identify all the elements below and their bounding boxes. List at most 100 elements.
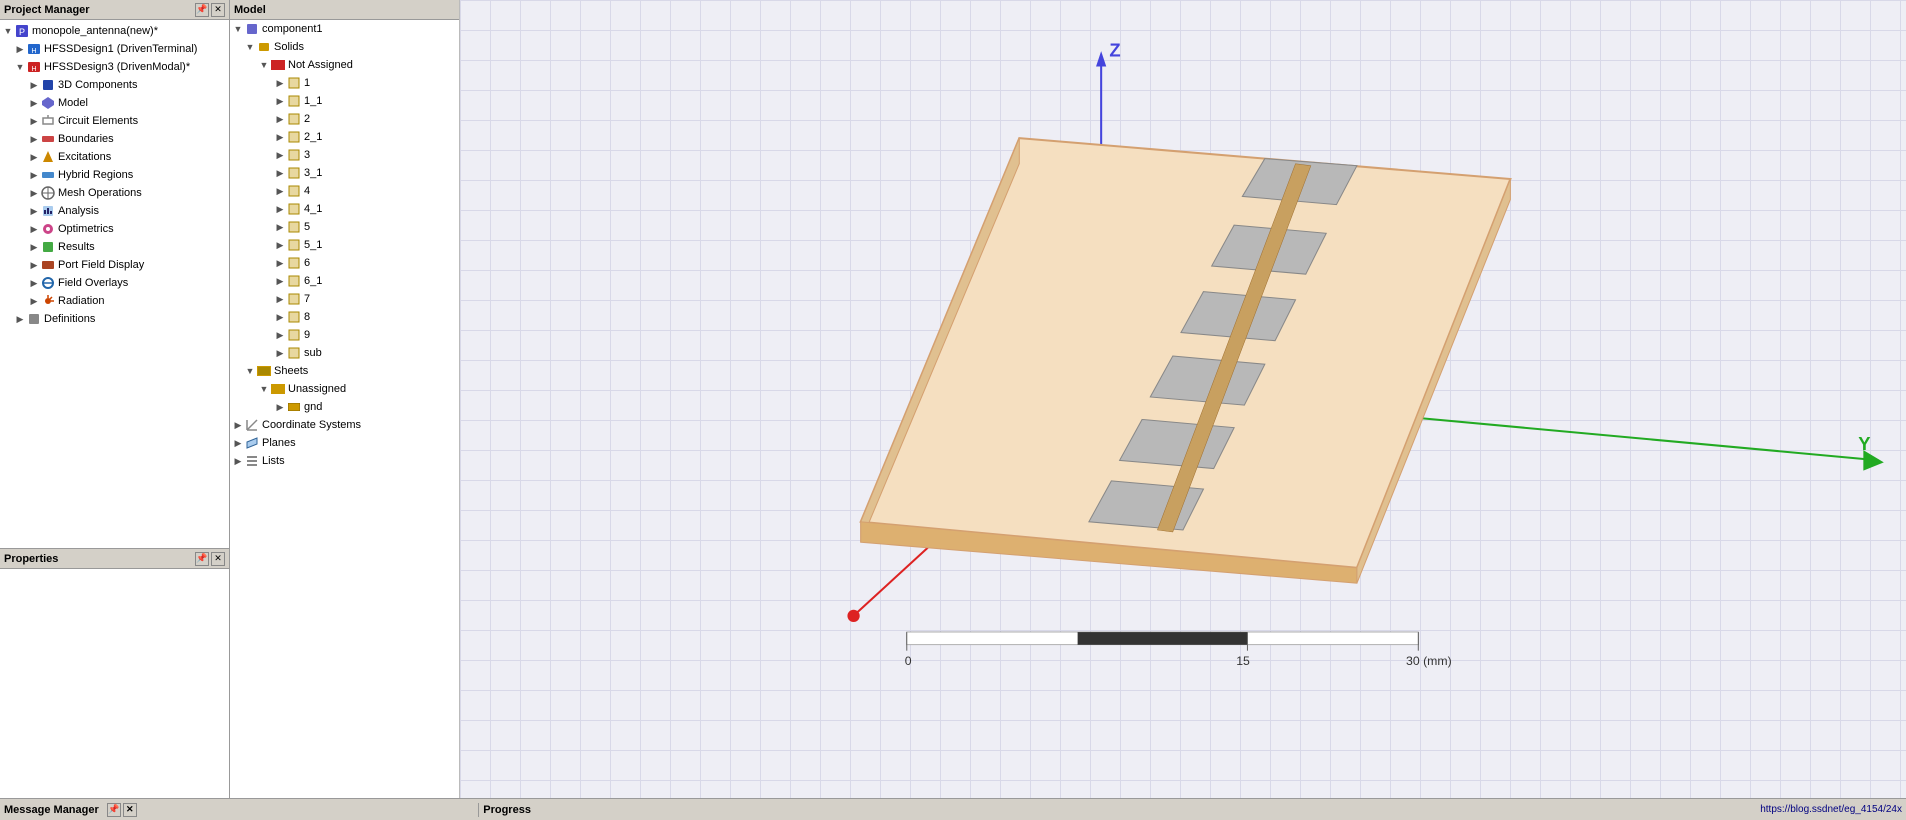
boundaries-label: Boundaries [58, 133, 114, 145]
tree-s8[interactable]: ▶ 8 [230, 308, 459, 326]
expand-model[interactable]: ▶ [28, 97, 40, 109]
expand-portfield[interactable]: ▶ [28, 259, 40, 271]
hfss3-icon: H [26, 59, 42, 75]
y-axis-label: Y [1858, 433, 1870, 454]
tree-s2[interactable]: ▶ 2 [230, 110, 459, 128]
tree-item-portfield[interactable]: ▶ Port Field Display [0, 256, 229, 274]
results-icon [40, 239, 56, 255]
expand-optimetrics[interactable]: ▶ [28, 223, 40, 235]
model-tree-content: ▼ component1 ▼ Solids ▼ [230, 20, 459, 798]
tree-item-boundaries[interactable]: ▶ Boundaries [0, 130, 229, 148]
model-label: Model [58, 97, 88, 109]
tree-item-fieldoverlays[interactable]: ▶ Field Overlays [0, 274, 229, 292]
tree-s6[interactable]: ▶ 6 [230, 254, 459, 272]
props-close-button[interactable]: ✕ [211, 552, 225, 566]
tree-item-circuit[interactable]: ▶ Circuit Elements [0, 112, 229, 130]
tree-item-3dcomp[interactable]: ▶ 3D Components [0, 76, 229, 94]
expand-results[interactable]: ▶ [28, 241, 40, 253]
tree-item-excitations[interactable]: ▶ Excitations [0, 148, 229, 166]
project-manager-panel: Project Manager 📌 ✕ ▼ P monopole_antenna… [0, 0, 230, 798]
expand-3dcomp[interactable]: ▶ [28, 79, 40, 91]
tree-s3[interactable]: ▶ 3 [230, 146, 459, 164]
expand-excitations[interactable]: ▶ [28, 151, 40, 163]
props-pin-button[interactable]: 📌 [195, 552, 209, 566]
tree-solids[interactable]: ▼ Solids [230, 38, 459, 56]
radiation-icon [40, 293, 56, 309]
viewport[interactable]: Z Y [460, 0, 1906, 798]
tree-s5_1[interactable]: ▶ 5_1 [230, 236, 459, 254]
mesh-icon [40, 185, 56, 201]
tree-gnd[interactable]: ▶ gnd [230, 398, 459, 416]
s4_1-label: 4_1 [304, 203, 322, 215]
pm-close-button[interactable]: ✕ [211, 3, 225, 17]
sheets-label: Sheets [274, 365, 308, 377]
s9-label: 9 [304, 329, 310, 341]
tree-item-hfss1[interactable]: ▶ H HFSSDesign1 (DrivenTerminal) [0, 40, 229, 58]
tree-item-hfss3[interactable]: ▼ H HFSSDesign3 (DrivenModal)* [0, 58, 229, 76]
expand-mesh[interactable]: ▶ [28, 187, 40, 199]
expand-radiation[interactable]: ▶ [28, 295, 40, 307]
tree-notassigned[interactable]: ▼ Not Assigned [230, 56, 459, 74]
scale-seg2 [1078, 632, 1248, 644]
properties-header: Properties 📌 ✕ [0, 549, 229, 569]
tree-planes[interactable]: ▶ Planes [230, 434, 459, 452]
expand-analysis[interactable]: ▶ [28, 205, 40, 217]
tree-s1[interactable]: ▶ 1 [230, 74, 459, 92]
s7-label: 7 [304, 293, 310, 305]
tree-sub[interactable]: ▶ sub [230, 344, 459, 362]
expand-definitions[interactable]: ▶ [14, 313, 26, 325]
tree-item-definitions[interactable]: ▶ Definitions [0, 310, 229, 328]
tree-lists[interactable]: ▶ Lists [230, 452, 459, 470]
tree-coordsystems[interactable]: ▶ Coordinate Systems [230, 416, 459, 434]
s5_1-label: 5_1 [304, 239, 322, 251]
tree-item-analysis[interactable]: ▶ Analysis [0, 202, 229, 220]
expand-hfss1[interactable]: ▶ [14, 43, 26, 55]
msg-pin-button[interactable]: 📌 [107, 803, 121, 817]
boundaries-icon [40, 131, 56, 147]
s3_1-label: 3_1 [304, 167, 322, 179]
tree-s5[interactable]: ▶ 5 [230, 218, 459, 236]
sub-label: sub [304, 347, 322, 359]
expand-fieldoverlays[interactable]: ▶ [28, 277, 40, 289]
tree-item-monopole[interactable]: ▼ P monopole_antenna(new)* [0, 22, 229, 40]
tree-component1[interactable]: ▼ component1 [230, 20, 459, 38]
circuit-label: Circuit Elements [58, 115, 138, 127]
tree-s9[interactable]: ▶ 9 [230, 326, 459, 344]
model-tree-panel: Model ▼ component1 ▼ Solids [230, 0, 460, 798]
tree-item-optimetrics[interactable]: ▶ Optimetrics [0, 220, 229, 238]
tree-s3_1[interactable]: ▶ 3_1 [230, 164, 459, 182]
svg-text:H: H [31, 66, 36, 73]
scale-label-15: 15 [1236, 654, 1250, 668]
tree-item-hybrid[interactable]: ▶ Hybrid Regions [0, 166, 229, 184]
expand-circuit[interactable]: ▶ [28, 115, 40, 127]
properties-controls: 📌 ✕ [195, 552, 225, 566]
planes-label: Planes [262, 437, 296, 449]
fieldoverlays-label: Field Overlays [58, 277, 128, 289]
tree-s7[interactable]: ▶ 7 [230, 290, 459, 308]
properties-content [0, 569, 229, 798]
expand-hfss3[interactable]: ▼ [14, 61, 26, 73]
tree-item-mesh[interactable]: ▶ Mesh Operations [0, 184, 229, 202]
tree-item-radiation[interactable]: ▶ Radiation [0, 292, 229, 310]
bottom-bar: Message Manager 📌 ✕ Progress https://blo… [0, 798, 1906, 820]
expand-hybrid[interactable]: ▶ [28, 169, 40, 181]
tree-s2_1[interactable]: ▶ 2_1 [230, 128, 459, 146]
tree-s6_1[interactable]: ▶ 6_1 [230, 272, 459, 290]
msg-close-button[interactable]: ✕ [123, 803, 137, 817]
excitations-icon [40, 149, 56, 165]
tree-s4_1[interactable]: ▶ 4_1 [230, 200, 459, 218]
tree-s4[interactable]: ▶ 4 [230, 182, 459, 200]
message-manager-controls: 📌 ✕ [107, 803, 137, 817]
lists-label: Lists [262, 455, 285, 467]
tree-item-results[interactable]: ▶ Results [0, 238, 229, 256]
pm-pin-button[interactable]: 📌 [195, 3, 209, 17]
tree-unassigned[interactable]: ▼ Unassigned [230, 380, 459, 398]
expand-boundaries[interactable]: ▶ [28, 133, 40, 145]
tree-item-model[interactable]: ▶ Model [0, 94, 229, 112]
expand-monopole[interactable]: ▼ [2, 25, 14, 37]
tree-s1_1[interactable]: ▶ 1_1 [230, 92, 459, 110]
hybrid-icon [40, 167, 56, 183]
s1-label: 1 [304, 77, 310, 89]
component1-label: component1 [262, 23, 323, 35]
tree-sheets[interactable]: ▼ Sheets [230, 362, 459, 380]
